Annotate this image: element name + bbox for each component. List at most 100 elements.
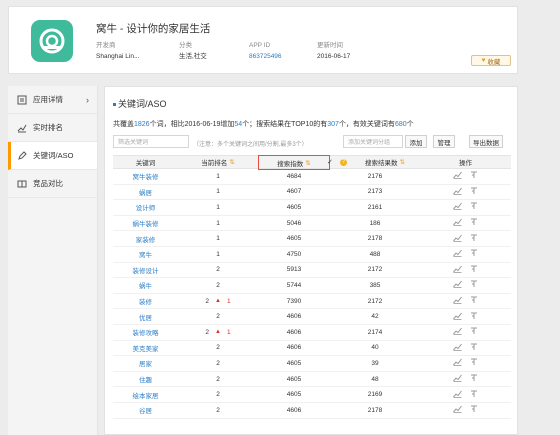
- keyword-link[interactable]: 谷居: [139, 405, 152, 415]
- sidebar: 应用详情 › 实时排名 关键词/ASO 竞品对比: [8, 86, 98, 435]
- meta-label: 开发商: [96, 42, 116, 49]
- trend-chart-icon[interactable]: [453, 265, 462, 275]
- trend-chart-icon[interactable]: [453, 202, 462, 212]
- sidebar-item-realtime-rank[interactable]: 实时排名: [8, 114, 97, 142]
- app-id-link[interactable]: 863725496: [249, 51, 282, 62]
- search-index: 4607: [286, 188, 302, 196]
- favorite-button[interactable]: ♥ 收藏: [471, 55, 511, 66]
- pin-icon[interactable]: [470, 218, 478, 228]
- keyword-link[interactable]: 装修设计: [133, 265, 159, 275]
- search-index: 4606: [286, 328, 302, 336]
- table-row: 装修设计 2 5913 2172: [113, 263, 511, 279]
- table-row: 绘本家居 2 4605 2169: [113, 387, 511, 403]
- pin-icon[interactable]: [470, 312, 478, 322]
- keyword-link[interactable]: 住趣: [139, 374, 152, 384]
- favorite-label: 收藏: [487, 58, 501, 66]
- pin-icon[interactable]: [470, 187, 478, 197]
- keyword-link[interactable]: 设计师: [136, 202, 156, 212]
- keyword-filter-input[interactable]: 筛选关键词: [113, 135, 189, 148]
- trend-chart-icon[interactable]: [453, 218, 462, 228]
- pin-icon[interactable]: [470, 343, 478, 353]
- keyword-link[interactable]: 美克美家: [133, 343, 159, 353]
- summary-top10[interactable]: 307: [327, 121, 339, 128]
- keyword-link[interactable]: 装修攻略: [133, 327, 159, 337]
- sidebar-item-keyword-aso[interactable]: 关键词/ASO: [8, 142, 97, 170]
- trend-chart-icon[interactable]: [453, 390, 462, 400]
- result-count: 186: [369, 219, 381, 227]
- search-index: 4606: [286, 344, 302, 352]
- pin-icon[interactable]: [470, 280, 478, 290]
- add-group-button[interactable]: 添加: [405, 135, 427, 148]
- keyword-link[interactable]: 蜗牛: [139, 280, 152, 290]
- meta-label: APP ID: [249, 42, 271, 49]
- meta-value: Shanghai Lin...: [96, 53, 140, 60]
- trend-chart-icon[interactable]: [453, 343, 462, 353]
- header-actions: 操作: [420, 156, 511, 168]
- summary-total[interactable]: 1826: [134, 121, 150, 128]
- trend-chart-icon[interactable]: [453, 249, 462, 259]
- pin-icon[interactable]: [470, 390, 478, 400]
- header-keyword: 关键词: [113, 156, 178, 168]
- trend-chart-icon[interactable]: [453, 327, 462, 337]
- pin-icon[interactable]: [470, 327, 478, 337]
- check-icon: ✓: [327, 159, 333, 166]
- trend-chart-icon[interactable]: [453, 405, 462, 415]
- trend-chart-icon[interactable]: [453, 312, 462, 322]
- keyword-link[interactable]: 居家: [139, 358, 152, 368]
- keyword-link[interactable]: 优居: [139, 312, 152, 322]
- sidebar-item-app-detail[interactable]: 应用详情 ›: [8, 86, 97, 114]
- pin-icon[interactable]: [470, 249, 478, 259]
- search-index: 4605: [286, 391, 302, 399]
- result-count: 2172: [367, 297, 383, 305]
- sort-icon: ⇅: [229, 159, 235, 166]
- pin-icon[interactable]: [470, 202, 478, 212]
- trend-chart-icon[interactable]: [453, 171, 462, 181]
- result-count: 42: [371, 313, 379, 321]
- manage-group-button[interactable]: 管理: [433, 135, 455, 148]
- table-row: 装修攻略 2 ▲ 1 4606 2174: [113, 325, 511, 341]
- filter-hint: （注意：多个关键词之间用/分割,最多3个）: [193, 142, 308, 148]
- trend-chart-icon[interactable]: [453, 187, 462, 197]
- rank-up-icon: ▲: [215, 329, 221, 336]
- pin-icon[interactable]: [470, 358, 478, 368]
- export-data-button[interactable]: 导出数据: [469, 135, 503, 148]
- table-row: 优居 2 4606 42: [113, 309, 511, 325]
- header-rank[interactable]: 当前排名 ⇅: [178, 156, 258, 168]
- section-title-text: 关键词/ASO: [118, 99, 167, 109]
- header-results[interactable]: ✓? 搜索结果数 ⇅: [327, 156, 420, 168]
- trend-chart-icon[interactable]: [453, 234, 462, 244]
- result-count: 39: [371, 359, 379, 367]
- header-search-index[interactable]: 搜索指数 ⇅: [258, 155, 330, 170]
- sidebar-item-compare[interactable]: 竞品对比: [8, 170, 97, 198]
- keyword-group-input[interactable]: 添加关键词分组: [343, 135, 403, 148]
- trend-chart-icon[interactable]: [453, 374, 462, 384]
- help-icon[interactable]: ?: [339, 158, 347, 166]
- result-count: 488: [369, 250, 381, 258]
- keyword-link[interactable]: 蜗居: [139, 187, 152, 197]
- trend-chart-icon[interactable]: [453, 358, 462, 368]
- result-count: 2174: [367, 328, 383, 336]
- pin-icon[interactable]: [470, 171, 478, 181]
- pin-icon[interactable]: [470, 374, 478, 384]
- pen-icon: [16, 150, 27, 161]
- developer-meta: 开发商 Shanghai Lin...: [96, 40, 139, 62]
- keyword-link[interactable]: 蜗牛装修: [133, 218, 159, 228]
- keyword-link[interactable]: 家装修: [136, 234, 156, 244]
- keyword-link[interactable]: 窝牛: [139, 249, 152, 259]
- search-index: 5046: [286, 219, 302, 227]
- keyword-link[interactable]: 装修: [139, 296, 152, 306]
- current-rank: 2: [216, 375, 220, 383]
- table-row: 蜗居 1 4607 2173: [113, 185, 511, 201]
- trend-chart-icon[interactable]: [453, 296, 462, 306]
- pin-icon[interactable]: [470, 265, 478, 275]
- pin-icon[interactable]: [470, 296, 478, 306]
- appid-meta: APP ID 863725496: [249, 40, 282, 62]
- trend-chart-icon[interactable]: [453, 280, 462, 290]
- keyword-link[interactable]: 绘本家居: [133, 390, 159, 400]
- sidebar-item-label: 竞品对比: [33, 179, 63, 188]
- pin-icon[interactable]: [470, 234, 478, 244]
- pin-icon[interactable]: [470, 405, 478, 415]
- summary-valid[interactable]: 680: [395, 121, 407, 128]
- sidebar-item-label: 应用详情: [33, 95, 63, 104]
- keyword-link[interactable]: 窝牛装修: [133, 171, 159, 181]
